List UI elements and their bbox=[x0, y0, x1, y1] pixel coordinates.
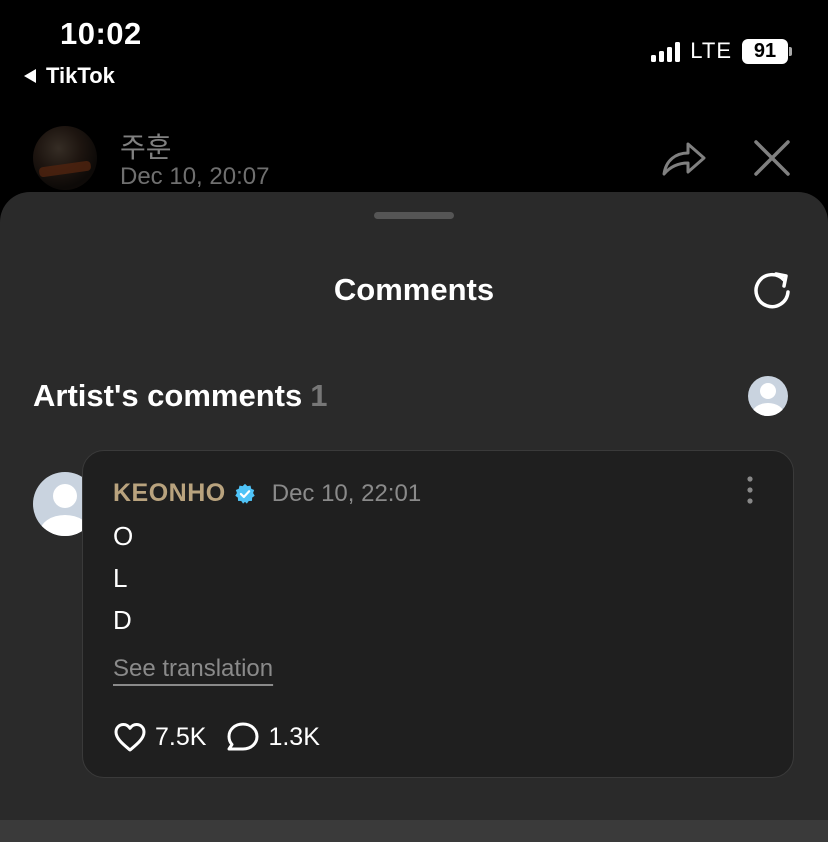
battery-icon: 91 bbox=[742, 38, 792, 64]
post-header: 주훈 Dec 10, 20:07 bbox=[0, 118, 828, 198]
close-icon[interactable] bbox=[752, 138, 792, 178]
comment-text-line: O bbox=[113, 521, 134, 551]
reply-button[interactable]: 1.3K bbox=[226, 721, 320, 753]
sheet-grabber[interactable] bbox=[374, 212, 454, 219]
verified-badge-icon bbox=[235, 483, 255, 504]
back-app-label: TikTok bbox=[46, 63, 115, 88]
reply-count: 1.3K bbox=[268, 722, 320, 751]
see-translation-link[interactable]: See translation bbox=[113, 655, 273, 683]
comment-input-area[interactable] bbox=[0, 820, 828, 842]
comment-text-line: L bbox=[113, 563, 128, 593]
reply-bubble-icon bbox=[227, 722, 259, 751]
battery-level: 91 bbox=[742, 38, 788, 64]
refresh-icon[interactable] bbox=[750, 268, 794, 312]
like-count: 7.5K bbox=[155, 722, 207, 751]
like-button[interactable]: 7.5K bbox=[113, 722, 206, 752]
more-options-icon[interactable] bbox=[745, 475, 755, 505]
back-arrow-icon bbox=[24, 69, 36, 83]
comment-header: KEONHO Dec 10, 22:01 bbox=[113, 479, 421, 508]
comment-date: Dec 10, 22:01 bbox=[271, 479, 422, 507]
post-author-name[interactable]: 주훈 bbox=[120, 126, 172, 166]
sheet-title: Comments bbox=[333, 272, 495, 307]
user-avatar-icon[interactable] bbox=[748, 376, 788, 416]
share-icon[interactable] bbox=[658, 136, 708, 180]
comment-actions: 7.5K 1.3K bbox=[113, 721, 340, 753]
comment-text-line: D bbox=[113, 605, 132, 635]
signal-icon bbox=[651, 40, 681, 62]
comment-card: KEONHO Dec 10, 22:01 O L D See translati… bbox=[82, 450, 794, 778]
comments-sheet: Comments Artist's comments 1 KEONHO Dec 1… bbox=[0, 192, 828, 842]
section-count: 1 bbox=[310, 378, 328, 413]
back-to-app-link[interactable]: TikTok bbox=[24, 63, 115, 89]
heart-icon bbox=[114, 723, 146, 752]
comment-author[interactable]: KEONHO bbox=[113, 479, 226, 508]
status-time: 10:02 bbox=[60, 16, 142, 51]
network-label: LTE bbox=[690, 38, 732, 63]
status-indicators: LTE 91 bbox=[651, 38, 792, 64]
section-title: Artist's comments 1 bbox=[33, 378, 327, 414]
section-title-label: Artist's comments bbox=[33, 378, 303, 413]
post-date: Dec 10, 20:07 bbox=[120, 163, 270, 190]
post-author-avatar[interactable] bbox=[33, 126, 97, 190]
